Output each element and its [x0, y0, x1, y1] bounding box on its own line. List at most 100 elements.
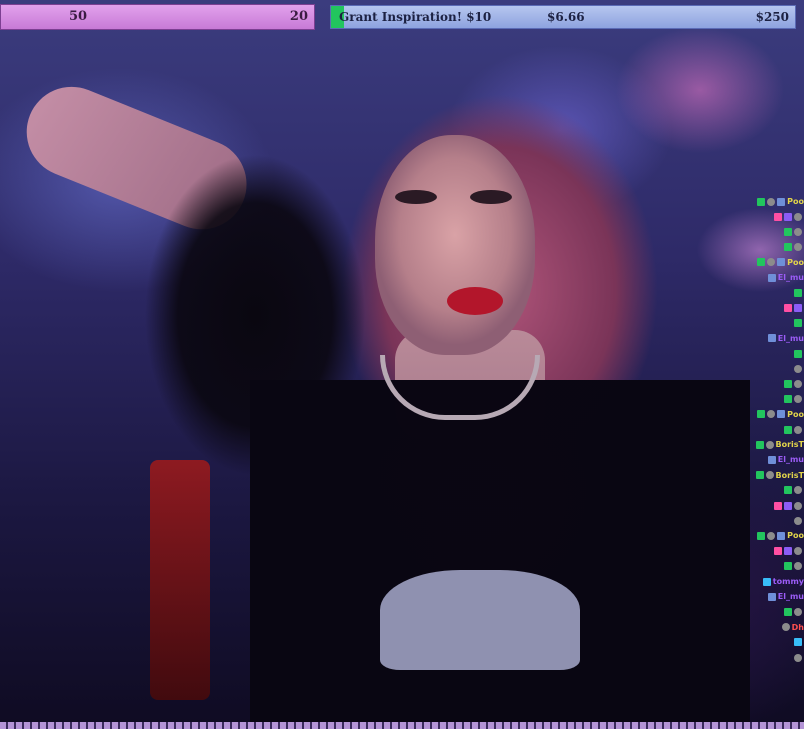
chat-badge-icon — [755, 440, 764, 449]
right-eye — [470, 190, 512, 204]
chat-username: El_mu — [777, 455, 804, 465]
chat-badge-icon — [794, 607, 802, 616]
chat-message — [784, 226, 804, 238]
chat-message: Dh — [781, 622, 804, 634]
chat-badge-icon — [794, 486, 802, 495]
chat-message: El_mu — [767, 454, 804, 466]
chat-message — [794, 318, 804, 330]
chat-badge-icon — [767, 531, 776, 540]
chat-badge-icon — [767, 273, 776, 282]
chat-message: El_mu — [767, 333, 804, 345]
chat-badge-icon — [784, 379, 792, 388]
chat-message: Poo — [757, 196, 804, 208]
chat-badge-icon — [757, 197, 766, 206]
gray-top — [380, 570, 580, 670]
chat-badge-icon — [767, 258, 776, 267]
chat-badge-icon — [784, 227, 792, 236]
chat-badge-icon — [755, 471, 764, 480]
chat-badge-icon — [784, 607, 792, 616]
chat-badge-icon — [784, 395, 792, 404]
donation-goal-bar: Grant Inspiration! $10 $6.66 $250 — [330, 5, 796, 29]
chat-message — [794, 287, 804, 299]
gaming-chair — [150, 460, 210, 700]
chat-message — [774, 500, 804, 512]
chat-username: Poo — [787, 257, 804, 267]
chat-username: El_mu — [777, 592, 804, 602]
chat-username: BorisT — [775, 470, 804, 480]
chat-badge-icon — [774, 501, 782, 510]
chat-message — [784, 302, 804, 314]
red-lips — [447, 287, 503, 315]
chat-username: Poo — [787, 531, 804, 541]
chat-badge-icon — [794, 501, 802, 510]
chat-badge-icon — [794, 319, 802, 328]
left-eye — [395, 190, 437, 204]
chat-badge-icon — [765, 471, 774, 480]
chat-message: Poo — [757, 530, 804, 542]
chat-badge-icon — [794, 395, 802, 404]
audio-visualizer-strip — [0, 722, 804, 729]
chat-badge-icon — [784, 547, 792, 556]
chat-username: El_mu — [777, 273, 804, 282]
donation-goal-current: $6.66 — [547, 10, 585, 24]
chat-badge-icon — [794, 379, 802, 388]
chat-badge-icon — [794, 288, 802, 297]
chat-message: El_mu — [767, 591, 804, 603]
chat-badge-icon — [794, 303, 802, 312]
left-goal-value-b: 20 — [289, 9, 308, 24]
chat-username: BorisT — [775, 440, 804, 450]
chat-message — [794, 348, 804, 360]
chat-badge-icon — [767, 592, 776, 601]
chat-message — [784, 606, 804, 618]
chat-badge-icon — [784, 212, 792, 221]
chat-badge-icon — [777, 197, 786, 206]
chat-badge-icon — [784, 425, 792, 434]
chat-badge-icon — [794, 516, 802, 525]
chat-message: El_mu — [767, 272, 804, 284]
chat-badge-icon — [767, 455, 776, 464]
chat-message — [794, 637, 804, 649]
chat-message — [784, 378, 804, 390]
chat-message — [784, 485, 804, 497]
chat-badge-icon — [784, 501, 792, 510]
chat-badge-icon — [777, 258, 786, 267]
chat-message — [794, 363, 804, 375]
chat-username: Poo — [787, 409, 804, 419]
chat-badge-icon — [794, 349, 802, 358]
chat-badge-icon — [767, 410, 776, 419]
streamer-face — [375, 135, 535, 355]
chat-overlay: Poo Poo El_mu El_mu Poo BorisT El_mu BorisT Poo t… — [740, 190, 804, 700]
chat-badge-icon — [794, 562, 802, 571]
chat-badge-icon — [757, 410, 766, 419]
chat-badge-icon — [784, 562, 792, 571]
left-goal-bar: 50 20 — [0, 4, 315, 30]
left-goal-value-a: 50 — [69, 9, 88, 24]
chat-message — [784, 394, 804, 406]
chat-username: Poo — [787, 197, 804, 206]
chat-message — [774, 211, 804, 223]
chat-message — [784, 242, 804, 254]
chat-username: tommy — [772, 577, 804, 586]
chat-username: El_mu — [777, 333, 804, 343]
chat-message: Poo — [757, 257, 804, 269]
chat-message — [784, 424, 804, 436]
chat-message: BorisT — [755, 439, 804, 451]
chat-badge-icon — [784, 243, 792, 252]
chat-badge-icon — [767, 334, 776, 343]
chat-badge-icon — [794, 364, 802, 373]
chat-message — [794, 515, 804, 527]
black-dress — [250, 380, 750, 729]
chat-badge-icon — [757, 531, 766, 540]
chat-badge-icon — [794, 243, 802, 252]
chat-badge-icon — [794, 653, 802, 662]
chat-message: BorisT — [755, 470, 804, 482]
chat-message — [774, 546, 804, 558]
chat-message: Poo — [757, 409, 804, 421]
chat-badge-icon — [784, 486, 792, 495]
stream-video — [0, 0, 804, 729]
chat-badge-icon — [794, 547, 802, 556]
chat-badge-icon — [774, 547, 782, 556]
chat-badge-icon — [781, 623, 790, 632]
chat-message — [794, 652, 804, 664]
chat-badge-icon — [794, 425, 802, 434]
